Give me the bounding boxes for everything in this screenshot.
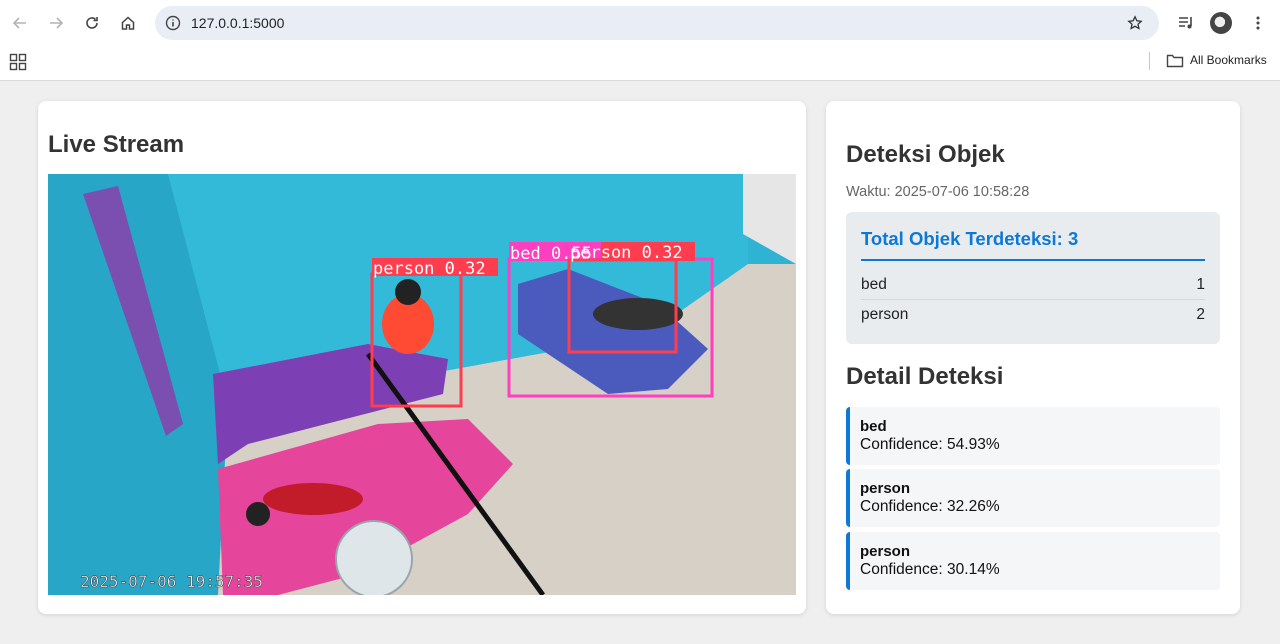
person-sleeping bbox=[263, 483, 363, 515]
folder-icon[interactable] bbox=[1166, 53, 1184, 69]
menu-button[interactable] bbox=[1246, 11, 1270, 35]
apps-grid-icon[interactable] bbox=[9, 53, 27, 71]
detection-card: Deteksi Objek Waktu: 2025-07-06 10:58:28… bbox=[826, 101, 1240, 614]
detection-title: Deteksi Objek bbox=[846, 141, 1005, 168]
browser-toolbar: 127.0.0.1:5000 bbox=[0, 0, 1280, 46]
count-label: bed bbox=[861, 276, 887, 293]
bookmarks-bar: All Bookmarks bbox=[0, 46, 1280, 81]
profile-avatar[interactable] bbox=[1210, 12, 1232, 34]
summary-divider bbox=[861, 259, 1205, 261]
media-list-icon bbox=[1179, 17, 1192, 29]
home-button[interactable] bbox=[116, 11, 140, 35]
detection-box-label: person 0.32 bbox=[373, 259, 486, 279]
row-divider bbox=[861, 299, 1205, 300]
live-stream-card: Live Stream person 0.32 bed 0.55 person … bbox=[38, 101, 806, 614]
reload-button[interactable] bbox=[80, 11, 104, 35]
bookmarks-separator bbox=[1149, 52, 1150, 70]
detection-detail-item: person Confidence: 32.26% bbox=[846, 469, 1220, 527]
site-info-icon[interactable] bbox=[163, 13, 183, 33]
detail-class: person bbox=[860, 480, 911, 497]
count-value: 2 bbox=[1196, 306, 1205, 323]
forward-button[interactable] bbox=[44, 11, 68, 35]
reload-icon bbox=[86, 17, 98, 29]
detection-detail-item: person Confidence: 30.14% bbox=[846, 532, 1220, 590]
detail-title: Detail Deteksi bbox=[846, 363, 1004, 390]
reading-list-button[interactable] bbox=[1174, 11, 1198, 35]
detail-confidence: Confidence: 54.93% bbox=[860, 436, 1000, 453]
detection-box-label: person 0.32 bbox=[570, 243, 683, 263]
back-button[interactable] bbox=[8, 11, 32, 35]
count-label: person bbox=[861, 306, 909, 323]
arrow-left-icon bbox=[12, 17, 26, 29]
url-text[interactable]: 127.0.0.1:5000 bbox=[191, 15, 284, 31]
detection-detail-item: bed Confidence: 54.93% bbox=[846, 407, 1220, 465]
detail-confidence: Confidence: 30.14% bbox=[860, 561, 1000, 578]
bookmark-star-icon[interactable] bbox=[1125, 13, 1145, 33]
fan bbox=[335, 520, 413, 595]
count-row: person 2 bbox=[861, 306, 1205, 335]
count-row: bed 1 bbox=[861, 276, 1205, 305]
stream-timestamp: 2025-07-06 19:57:35 bbox=[80, 572, 263, 591]
live-stream-title: Live Stream bbox=[48, 131, 185, 158]
all-bookmarks-link[interactable]: All Bookmarks bbox=[1190, 53, 1267, 67]
detection-summary: Total Objek Terdeteksi: 3 bed 1 person 2 bbox=[846, 212, 1220, 344]
address-bar[interactable]: 127.0.0.1:5000 bbox=[155, 6, 1159, 40]
kebab-menu-icon bbox=[1256, 16, 1260, 30]
detail-confidence: Confidence: 32.26% bbox=[860, 498, 1000, 515]
detection-time: Waktu: 2025-07-06 10:58:28 bbox=[846, 184, 1030, 200]
camera-feed: person 0.32 bed 0.55 person 0.32 2025-07… bbox=[48, 174, 796, 595]
person-lying bbox=[593, 298, 683, 330]
total-objects-title: Total Objek Terdeteksi: 3 bbox=[861, 228, 1079, 249]
detail-class: person bbox=[860, 543, 911, 560]
detail-class: bed bbox=[860, 418, 887, 435]
arrow-right-icon bbox=[50, 17, 64, 29]
count-value: 1 bbox=[1196, 276, 1205, 293]
home-icon bbox=[121, 16, 135, 30]
